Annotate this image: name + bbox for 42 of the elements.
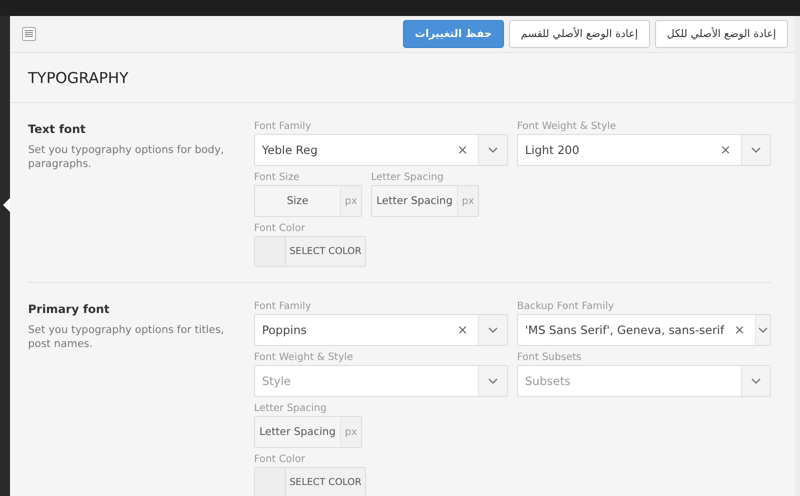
select-color-button[interactable]: SELECT COLOR: [254, 236, 366, 267]
panel-icon[interactable]: [22, 27, 36, 41]
save-button[interactable]: حفظ التغييرات: [402, 20, 504, 48]
panel-title: TYPOGRAPHY: [28, 68, 128, 86]
section-description: Set you typography options for titles, post names.: [28, 323, 226, 351]
select-field[interactable]: Yeble Reg ×: [254, 134, 508, 166]
field-label: Font Color: [254, 223, 306, 234]
reset-button[interactable]: إعادة الوضع الأصلي للكل: [654, 20, 788, 48]
field-label: Letter Spacing: [254, 403, 328, 414]
clear-icon[interactable]: ×: [710, 142, 741, 158]
field-label: Font Subsets: [517, 352, 582, 363]
select-field[interactable]: Poppins ×: [254, 314, 508, 346]
reset-button[interactable]: إعادة الوضع الأصلي للقسم: [508, 20, 650, 48]
section-title: Primary font: [28, 302, 111, 316]
clear-icon[interactable]: ×: [447, 322, 478, 338]
unit-label: px: [457, 185, 479, 217]
chevron-down-icon: [751, 378, 761, 384]
field-label: Font Family: [254, 301, 312, 312]
unit-label: px: [340, 416, 362, 448]
chevron-down-icon: [488, 327, 498, 333]
clear-icon[interactable]: ×: [724, 322, 756, 338]
section-description: Set you typography options for body, paragraphs.: [28, 143, 226, 171]
section-title: Text font: [28, 122, 87, 136]
field-label: Font Color: [254, 454, 306, 465]
field-label: Backup Font Family: [517, 301, 615, 312]
select-color-button[interactable]: SELECT COLOR: [254, 467, 366, 496]
chevron-down-icon: [488, 147, 498, 153]
field-label: Font Family: [254, 121, 312, 132]
field-label: Letter Spacing: [371, 172, 445, 183]
field-label: Font Weight & Style: [254, 352, 354, 363]
field-label: Font Weight & Style: [517, 121, 618, 132]
select-field[interactable]: 'MS Sans Serif', Geneva, sans-serif ×: [517, 314, 771, 346]
chevron-down-icon: [488, 378, 498, 384]
clear-icon[interactable]: ×: [447, 142, 478, 158]
unit-label: px: [340, 185, 362, 217]
chevron-down-icon: [758, 327, 768, 333]
number-input[interactable]: Letter Spacing: [371, 185, 457, 217]
number-input[interactable]: Size: [254, 185, 340, 217]
number-input[interactable]: Letter Spacing: [254, 416, 340, 448]
chevron-down-icon: [751, 147, 761, 153]
field-label: Font Size: [254, 172, 300, 183]
select-field[interactable]: Light 200 ×: [517, 134, 771, 166]
